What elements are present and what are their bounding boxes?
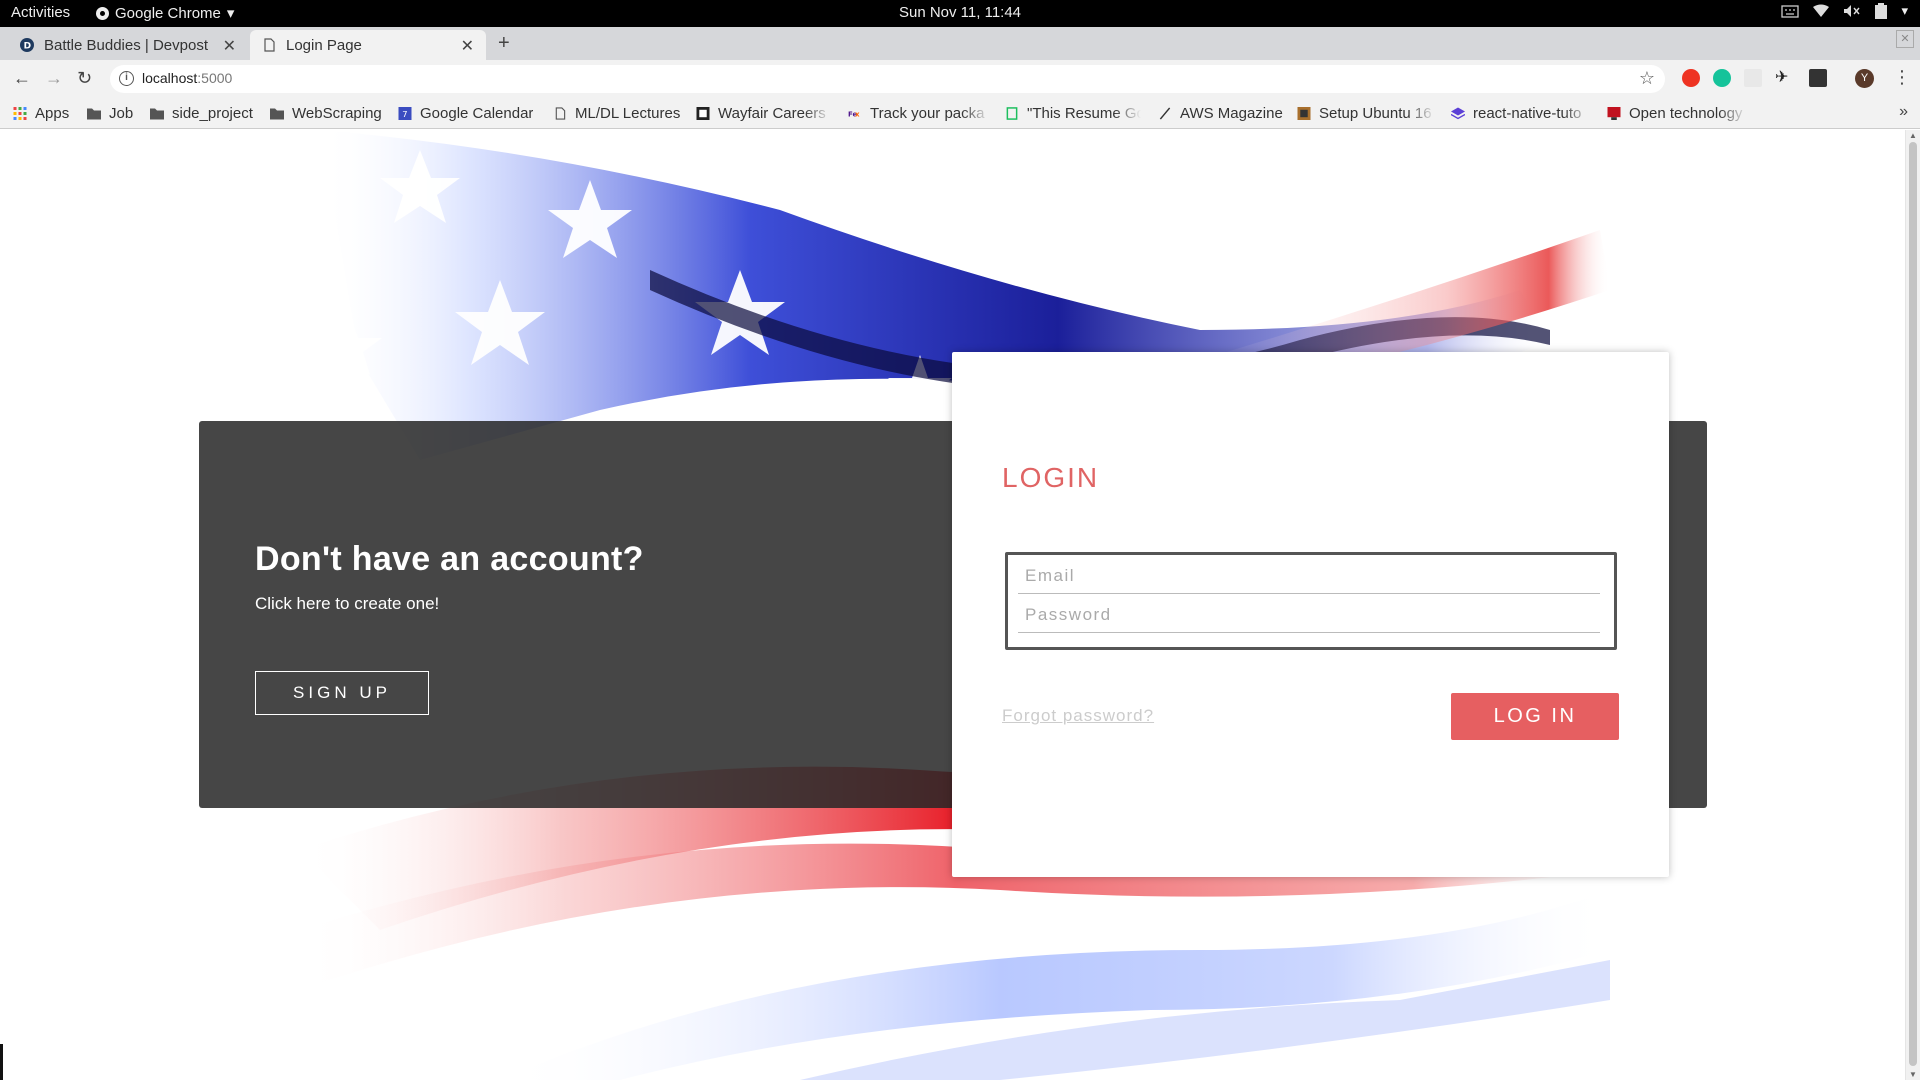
page-scrollbar[interactable]: ▲ ▼ — [1905, 130, 1920, 1080]
menu-kebab-icon[interactable]: ⋮ — [1893, 67, 1911, 88]
opera-extension-icon[interactable] — [1682, 69, 1700, 87]
devpost-icon: D — [20, 38, 34, 52]
app-menu[interactable]: Google Chrome ▾ — [96, 4, 234, 22]
reload-icon[interactable]: ↻ — [77, 68, 92, 89]
chevron-down-icon: ▾ — [1901, 3, 1908, 18]
apps-grid-icon — [13, 107, 27, 120]
grammarly-extension-icon[interactable] — [1713, 69, 1731, 87]
bookmark-google-calendar[interactable]: 7 Google Calendar — [398, 105, 533, 122]
new-tab-button[interactable]: + — [498, 32, 510, 55]
signup-text-block: Don't have an account? Click here to cre… — [255, 540, 644, 614]
layers-icon — [1451, 107, 1465, 120]
svg-text:x: x — [855, 111, 860, 119]
activities-button[interactable]: Activities — [11, 4, 70, 21]
monitor-icon — [1607, 107, 1621, 120]
image-icon — [1297, 107, 1311, 120]
forgot-password-link[interactable]: Forgot password? — [1002, 706, 1154, 726]
forward-arrow-icon[interactable]: → — [45, 68, 63, 89]
folder-icon — [270, 108, 284, 120]
page-viewport: Don't have an account? Click here to cre… — [0, 130, 1905, 1080]
window-edge — [0, 1044, 3, 1080]
bookmark-apps[interactable]: Apps — [13, 105, 69, 122]
app-menu-label: Google Chrome — [115, 4, 221, 22]
chrome-icon — [96, 6, 109, 20]
wifi-icon — [1813, 4, 1830, 17]
email-field[interactable] — [1018, 558, 1600, 594]
bookmark-resume[interactable]: "This Resume Go — [1005, 105, 1141, 122]
scrollbar-thumb[interactable] — [1909, 142, 1917, 1066]
close-tab-icon[interactable]: ✕ — [461, 36, 474, 56]
signup-button[interactable]: SIGN UP — [255, 671, 429, 715]
battery-icon — [1875, 3, 1888, 19]
info-icon[interactable]: i — [119, 71, 134, 86]
login-card: LOGIN Forgot password? LOG IN — [952, 352, 1669, 877]
bookmark-job[interactable]: Job — [87, 105, 133, 122]
folder-icon — [150, 108, 164, 120]
tab-login-page[interactable]: Login Page ✕ — [250, 30, 486, 60]
bookmark-ml-dl-lectures[interactable]: ML/DL Lectures — [553, 105, 680, 122]
clock[interactable]: Sun Nov 11, 11:44 — [0, 4, 1920, 21]
blank-extension-icon[interactable] — [1744, 69, 1762, 87]
rocket-extension-icon[interactable]: ✈ — [1775, 67, 1793, 86]
scroll-up-icon[interactable]: ▲ — [1909, 131, 1917, 140]
signup-subtext: Click here to create one! — [255, 594, 440, 613]
pen-icon — [1159, 107, 1171, 120]
system-top-bar: Activities Google Chrome ▾ Sun Nov 11, 1… — [0, 0, 1920, 27]
bookmark-setup-ubuntu[interactable]: Setup Ubuntu 16 — [1297, 105, 1435, 122]
fedex-icon: Fex — [848, 111, 860, 119]
system-tray[interactable]: ▾ — [1781, 3, 1908, 19]
tab-strip: D Battle Buddies | Devpost ✕ Login Page … — [0, 27, 1920, 60]
bookmark-side-project[interactable]: side_project — [150, 105, 253, 122]
bookmark-aws-magazine[interactable]: AWS Magazine — [1158, 105, 1283, 122]
login-button[interactable]: LOG IN — [1451, 693, 1619, 740]
bookmark-wayfair-careers[interactable]: Wayfair Careers — [696, 105, 831, 122]
bookmarks-bar: Apps Job side_project WebScraping 7 Goog… — [0, 98, 1920, 129]
bookmark-track-package[interactable]: Fe x Track your packa — [848, 105, 990, 122]
bookmark-react-native[interactable]: react-native-tuto — [1451, 105, 1591, 122]
window-close-button[interactable]: ✕ — [1896, 30, 1914, 48]
tab-devpost[interactable]: D Battle Buddies | Devpost ✕ — [8, 30, 248, 60]
bookmark-webscraping[interactable]: WebScraping — [270, 105, 382, 122]
tab-title: Login Page — [286, 36, 362, 54]
volume-muted-icon — [1844, 5, 1861, 17]
svg-text:D: D — [24, 42, 31, 52]
doc-icon — [1006, 107, 1018, 120]
keyboard-icon — [1781, 5, 1800, 18]
page-icon — [264, 38, 275, 52]
selenium-extension-icon[interactable] — [1809, 69, 1827, 87]
scroll-down-icon[interactable]: ▼ — [1909, 1070, 1917, 1079]
back-arrow-icon[interactable]: ← — [13, 68, 31, 89]
credentials-box — [1005, 552, 1617, 650]
svg-text:7: 7 — [402, 109, 407, 119]
close-tab-icon[interactable]: ✕ — [223, 36, 236, 56]
bookmark-open-technology[interactable]: Open technology — [1607, 105, 1747, 122]
profile-avatar[interactable]: Y — [1855, 69, 1874, 88]
wayfair-icon — [696, 107, 710, 120]
tab-title: Battle Buddies | Devpost — [44, 36, 208, 54]
url-text[interactable]: localhost:5000 — [142, 70, 232, 86]
page-icon — [555, 107, 566, 120]
more-bookmarks-icon[interactable]: » — [1899, 103, 1908, 121]
bookmark-star-icon[interactable]: ☆ — [1639, 68, 1655, 89]
calendar-icon: 7 — [398, 107, 412, 120]
folder-icon — [87, 108, 101, 120]
password-field[interactable] — [1018, 597, 1600, 633]
login-title: LOGIN — [1002, 462, 1100, 493]
address-bar[interactable]: i localhost:5000 ☆ — [110, 65, 1665, 93]
chevron-down-icon: ▾ — [226, 5, 235, 22]
browser-toolbar: ← → ↻ i localhost:5000 ☆ ✈ Y ⋮ — [0, 60, 1920, 98]
signup-heading: Don't have an account? — [255, 540, 644, 578]
